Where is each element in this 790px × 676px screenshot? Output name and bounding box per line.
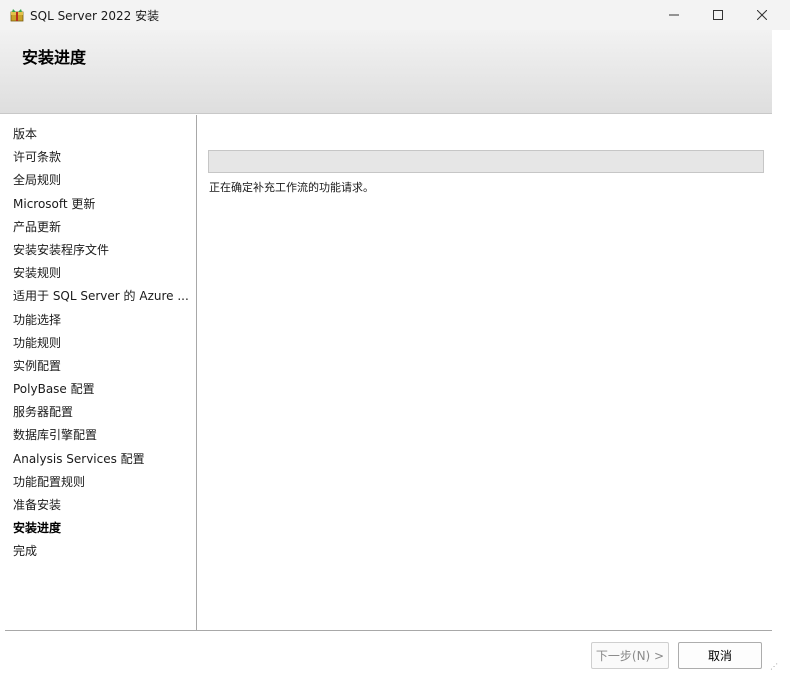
sidebar-step-item: 准备安装 — [13, 498, 62, 512]
sidebar-step-item: PolyBase 配置 — [13, 382, 95, 397]
sidebar-step-item: 适用于 SQL Server 的 Azure ... — [13, 289, 189, 304]
sidebar-step-item: 服务器配置 — [13, 405, 74, 420]
sidebar-step-item: 数据库引擎配置 — [13, 428, 98, 443]
maximize-icon — [713, 10, 723, 20]
sidebar-step-item: 产品更新 — [13, 219, 62, 234]
sidebar-step-item: 功能选择 — [13, 312, 62, 327]
footer-divider — [5, 630, 772, 631]
install-progress-bar — [208, 150, 764, 173]
wizard-steps-list: 版本许可条款全局规则 Microsoft 更新 产品更新安装安装程序文件 安装规则适用… — [13, 123, 189, 564]
sidebar-step-item: 安装进度 — [13, 521, 62, 536]
page-header: 安装进度 — [0, 30, 772, 114]
minimize-button[interactable] — [652, 0, 696, 30]
next-button[interactable]: 下一步(N) > — [591, 642, 669, 669]
page-title: 安装进度 — [22, 48, 87, 67]
window-title: SQL Server 2022 安装 — [30, 9, 160, 23]
close-button[interactable] — [740, 0, 784, 30]
sidebar-step-item: 安装规则 — [13, 266, 62, 281]
maximize-button[interactable] — [696, 0, 740, 30]
minimize-icon — [669, 14, 679, 16]
main-content: 正在确定补充工作流的功能请求。 — [198, 115, 772, 630]
sidebar-step-item: 功能配置规则 — [13, 474, 86, 489]
sidebar-step-item: 安装安装程序文件 — [13, 242, 110, 257]
sql-server-setup-icon — [10, 9, 24, 22]
cancel-button[interactable]: 取消 — [678, 642, 762, 669]
sidebar-step-item: 全局规则 — [13, 173, 62, 188]
status-text: 正在确定补充工作流的功能请求。 — [209, 181, 374, 194]
title-bar: SQL Server 2022 安装 — [0, 0, 790, 30]
sidebar-step-item: 许可条款 — [13, 150, 62, 165]
sidebar-step-item: Analysis Services 配置 — [13, 451, 145, 466]
sidebar-step-item: Microsoft 更新 — [13, 196, 96, 211]
sidebar-step-item: 实例配置 — [13, 358, 62, 373]
sidebar-step-item: 功能规则 — [13, 335, 62, 350]
sidebar-step-item: 版本 — [13, 127, 38, 141]
window-edge — [772, 30, 790, 676]
resize-grip-icon[interactable]: ⋰ — [770, 662, 780, 672]
close-icon — [757, 10, 767, 20]
wizard-steps-sidebar: 版本许可条款全局规则 Microsoft 更新 产品更新安装安装程序文件 安装规则适用… — [0, 115, 197, 630]
sidebar-step-item: 完成 — [13, 544, 38, 559]
